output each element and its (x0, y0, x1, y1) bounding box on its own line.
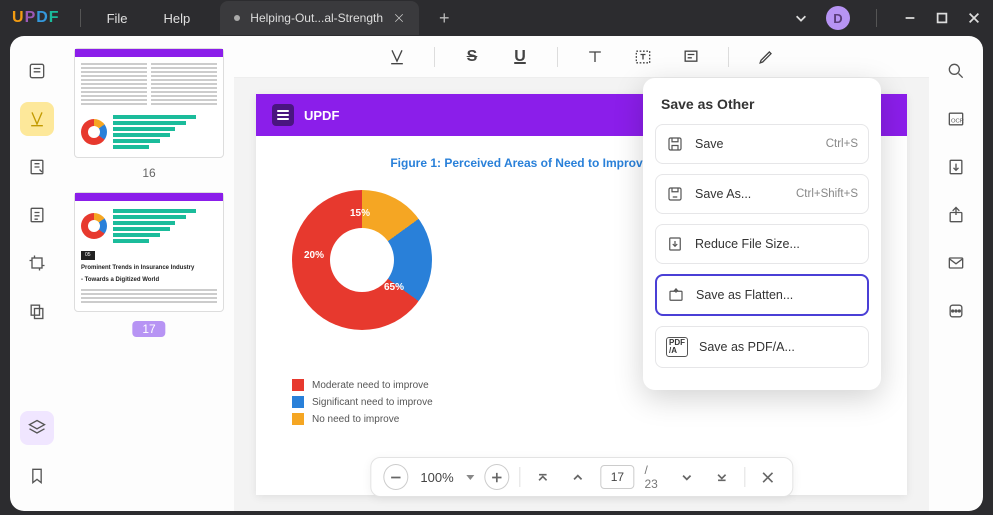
page-navigation: 100% / 23 (370, 457, 793, 497)
more-button[interactable] (939, 294, 973, 328)
strikethrough-icon[interactable]: S (461, 46, 483, 68)
menu-help[interactable]: Help (146, 11, 209, 26)
chevron-down-icon[interactable] (794, 11, 808, 25)
minimize-icon[interactable] (903, 11, 917, 25)
copy-tool[interactable] (20, 294, 54, 328)
save-as-icon (666, 185, 684, 203)
tab-title: Helping-Out...al-Strength (250, 11, 383, 25)
zoom-value: 100% (418, 470, 456, 485)
save-as-other-popover: Save as Other SaveCtrl+S Save As...Ctrl+… (643, 78, 881, 390)
donut-chart: 15% 20% 65% (292, 190, 432, 330)
user-avatar[interactable]: D (826, 6, 850, 30)
convert-button[interactable] (939, 150, 973, 184)
main-area: S U UPDF Figure 1: Perceived Areas of Ne… (234, 36, 929, 511)
pencil-icon[interactable] (755, 46, 777, 68)
prev-page-button[interactable] (565, 464, 590, 490)
save-as-button[interactable]: Save As...Ctrl+Shift+S (655, 174, 869, 214)
reduce-file-size-button[interactable]: Reduce File Size... (655, 224, 869, 264)
app-logo: UPDF (12, 9, 60, 27)
textbox-icon[interactable] (632, 46, 654, 68)
donut-pct-15: 15% (350, 208, 370, 219)
last-page-button[interactable] (709, 464, 734, 490)
workspace: 16 05 Prominent Trends in Insurance Indu… (10, 36, 983, 511)
donut-pct-65: 65% (384, 282, 404, 293)
close-window-icon[interactable] (967, 11, 981, 25)
svg-text:OCR: OCR (951, 118, 964, 124)
reduce-size-icon (666, 235, 684, 253)
zoom-out-button[interactable] (383, 464, 408, 490)
popover-title: Save as Other (661, 96, 863, 112)
crop-tool[interactable] (20, 246, 54, 280)
page-total: / 23 (644, 463, 663, 491)
titlebar: UPDF File Help Helping-Out...al-Strength… (0, 0, 993, 36)
reader-tool[interactable] (20, 54, 54, 88)
save-button[interactable]: SaveCtrl+S (655, 124, 869, 164)
thumbnail-17[interactable]: 05 Prominent Trends in Insurance Industr… (74, 192, 224, 312)
search-button[interactable] (939, 54, 973, 88)
zoom-dropdown[interactable] (466, 475, 474, 480)
pdfa-icon: PDF/A (666, 337, 688, 357)
left-toolbar (10, 36, 64, 511)
flatten-icon (667, 286, 685, 304)
document-tab[interactable]: Helping-Out...al-Strength (220, 1, 419, 35)
email-button[interactable] (939, 246, 973, 280)
annotation-toolbar: S U (234, 36, 929, 78)
edit-tool[interactable] (20, 150, 54, 184)
text-icon[interactable] (584, 46, 606, 68)
underline-icon[interactable]: U (509, 46, 531, 68)
first-page-button[interactable] (530, 464, 555, 490)
next-page-button[interactable] (674, 464, 699, 490)
thumb-label-17: 17 (132, 321, 165, 337)
save-as-pdfa-button[interactable]: PDF/A Save as PDF/A... (655, 326, 869, 368)
bookmark-tool[interactable] (20, 459, 54, 493)
new-tab-button[interactable]: + (439, 8, 450, 29)
thumb-label-16: 16 (74, 166, 224, 180)
donut-pct-20: 20% (304, 250, 324, 261)
save-icon (666, 135, 684, 153)
maximize-icon[interactable] (935, 11, 949, 25)
right-toolbar: OCR (929, 36, 983, 511)
note-icon[interactable] (680, 46, 702, 68)
thumbnail-16[interactable] (74, 48, 224, 158)
highlighter-icon[interactable] (386, 46, 408, 68)
layers-tool[interactable] (20, 411, 54, 445)
menu-file[interactable]: File (89, 11, 146, 26)
page-input[interactable] (600, 465, 634, 489)
comment-tool[interactable] (20, 102, 54, 136)
zoom-in-button[interactable] (484, 464, 509, 490)
share-button[interactable] (939, 198, 973, 232)
ocr-button[interactable]: OCR (939, 102, 973, 136)
close-nav-button[interactable] (755, 464, 780, 490)
save-as-flatten-button[interactable]: Save as Flatten... (655, 274, 869, 316)
close-tab-icon[interactable] (393, 12, 405, 24)
organize-tool[interactable] (20, 198, 54, 232)
thumbnail-panel: 16 05 Prominent Trends in Insurance Indu… (64, 36, 234, 511)
